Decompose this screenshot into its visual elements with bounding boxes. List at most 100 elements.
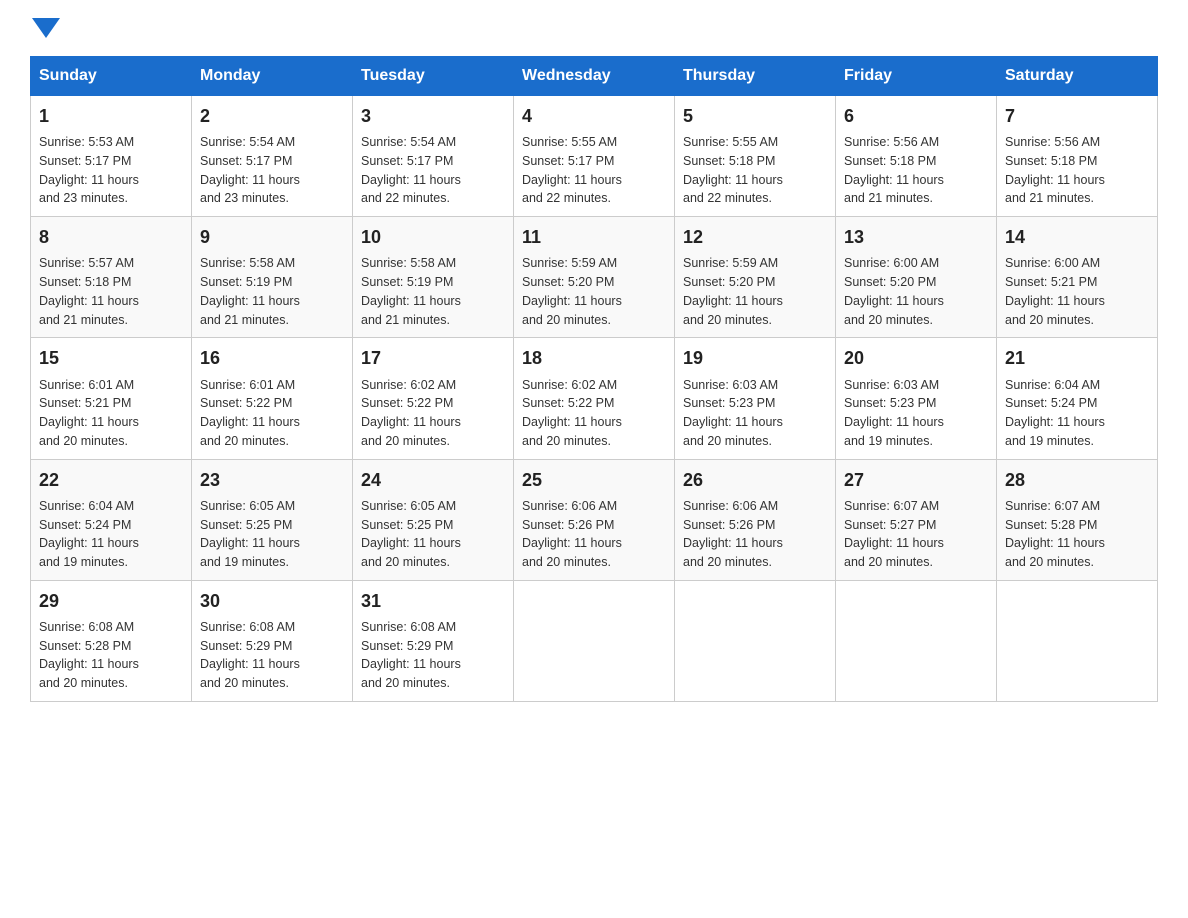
calendar-cell: 5 Sunrise: 5:55 AMSunset: 5:18 PMDaylight…	[675, 96, 836, 217]
calendar-cell: 2 Sunrise: 5:54 AMSunset: 5:17 PMDaylight…	[192, 96, 353, 217]
calendar-cell: 9 Sunrise: 5:58 AMSunset: 5:19 PMDaylight…	[192, 217, 353, 338]
day-info: Sunrise: 5:53 AMSunset: 5:17 PMDaylight:…	[39, 135, 139, 205]
calendar-cell: 22 Sunrise: 6:04 AMSunset: 5:24 PMDayligh…	[31, 459, 192, 580]
day-info: Sunrise: 6:01 AMSunset: 5:21 PMDaylight:…	[39, 378, 139, 448]
calendar-cell: 24 Sunrise: 6:05 AMSunset: 5:25 PMDayligh…	[353, 459, 514, 580]
calendar-cell: 1Sunrise: 5:53 AMSunset: 5:17 PMDaylight…	[31, 96, 192, 217]
day-number: 17	[361, 346, 505, 371]
calendar-cell	[675, 580, 836, 701]
day-info: Sunrise: 6:00 AMSunset: 5:21 PMDaylight:…	[1005, 256, 1105, 326]
calendar-cell: 30 Sunrise: 6:08 AMSunset: 5:29 PMDayligh…	[192, 580, 353, 701]
calendar-cell: 18 Sunrise: 6:02 AMSunset: 5:22 PMDayligh…	[514, 338, 675, 459]
week-row-5: 29 Sunrise: 6:08 AMSunset: 5:28 PMDayligh…	[31, 580, 1158, 701]
day-number: 9	[200, 225, 344, 250]
day-number: 11	[522, 225, 666, 250]
day-number: 20	[844, 346, 988, 371]
calendar-cell: 15 Sunrise: 6:01 AMSunset: 5:21 PMDayligh…	[31, 338, 192, 459]
day-info: Sunrise: 6:01 AMSunset: 5:22 PMDaylight:…	[200, 378, 300, 448]
calendar-cell: 3Sunrise: 5:54 AMSunset: 5:17 PMDaylight…	[353, 96, 514, 217]
day-info: Sunrise: 6:08 AMSunset: 5:29 PMDaylight:…	[200, 620, 300, 690]
day-number: 13	[844, 225, 988, 250]
page-header	[30, 20, 1158, 36]
day-info: Sunrise: 5:56 AMSunset: 5:18 PMDaylight:…	[844, 135, 944, 205]
day-number: 14	[1005, 225, 1149, 250]
day-number: 25	[522, 468, 666, 493]
day-info: Sunrise: 5:55 AMSunset: 5:18 PMDaylight:…	[683, 135, 783, 205]
day-number: 3	[361, 104, 505, 129]
calendar-body: 1Sunrise: 5:53 AMSunset: 5:17 PMDaylight…	[31, 96, 1158, 702]
calendar-cell: 10Sunrise: 5:58 AMSunset: 5:19 PMDayligh…	[353, 217, 514, 338]
weekday-header-wednesday: Wednesday	[514, 57, 675, 96]
day-info: Sunrise: 5:58 AMSunset: 5:19 PMDaylight:…	[200, 256, 300, 326]
day-number: 16	[200, 346, 344, 371]
calendar-cell: 25Sunrise: 6:06 AMSunset: 5:26 PMDayligh…	[514, 459, 675, 580]
calendar-cell: 17 Sunrise: 6:02 AMSunset: 5:22 PMDayligh…	[353, 338, 514, 459]
day-number: 30	[200, 589, 344, 614]
calendar-cell: 23 Sunrise: 6:05 AMSunset: 5:25 PMDayligh…	[192, 459, 353, 580]
weekday-header-monday: Monday	[192, 57, 353, 96]
weekday-header-sunday: Sunday	[31, 57, 192, 96]
day-number: 24	[361, 468, 505, 493]
calendar-header: SundayMondayTuesdayWednesdayThursdayFrid…	[31, 57, 1158, 96]
logo-triangle-icon	[32, 18, 60, 38]
day-number: 29	[39, 589, 183, 614]
day-info: Sunrise: 6:08 AMSunset: 5:29 PMDaylight:…	[361, 620, 461, 690]
day-info: Sunrise: 6:03 AMSunset: 5:23 PMDaylight:…	[844, 378, 944, 448]
calendar-cell: 20 Sunrise: 6:03 AMSunset: 5:23 PMDayligh…	[836, 338, 997, 459]
week-row-3: 15 Sunrise: 6:01 AMSunset: 5:21 PMDayligh…	[31, 338, 1158, 459]
weekday-header-saturday: Saturday	[997, 57, 1158, 96]
day-info: Sunrise: 6:07 AMSunset: 5:27 PMDaylight:…	[844, 499, 944, 569]
calendar-cell: 7Sunrise: 5:56 AMSunset: 5:18 PMDaylight…	[997, 96, 1158, 217]
calendar-table: SundayMondayTuesdayWednesdayThursdayFrid…	[30, 56, 1158, 702]
day-number: 2	[200, 104, 344, 129]
day-info: Sunrise: 5:59 AMSunset: 5:20 PMDaylight:…	[683, 256, 783, 326]
day-number: 10	[361, 225, 505, 250]
day-number: 27	[844, 468, 988, 493]
day-number: 19	[683, 346, 827, 371]
day-info: Sunrise: 5:54 AMSunset: 5:17 PMDaylight:…	[200, 135, 300, 205]
day-info: Sunrise: 5:59 AMSunset: 5:20 PMDaylight:…	[522, 256, 622, 326]
day-number: 7	[1005, 104, 1149, 129]
day-number: 22	[39, 468, 183, 493]
day-number: 6	[844, 104, 988, 129]
calendar-cell: 28 Sunrise: 6:07 AMSunset: 5:28 PMDayligh…	[997, 459, 1158, 580]
day-info: Sunrise: 6:08 AMSunset: 5:28 PMDaylight:…	[39, 620, 139, 690]
calendar-cell: 19 Sunrise: 6:03 AMSunset: 5:23 PMDayligh…	[675, 338, 836, 459]
day-info: Sunrise: 6:05 AMSunset: 5:25 PMDaylight:…	[361, 499, 461, 569]
day-number: 28	[1005, 468, 1149, 493]
day-number: 5	[683, 104, 827, 129]
day-info: Sunrise: 6:06 AMSunset: 5:26 PMDaylight:…	[683, 499, 783, 569]
day-info: Sunrise: 6:04 AMSunset: 5:24 PMDaylight:…	[1005, 378, 1105, 448]
day-number: 26	[683, 468, 827, 493]
day-info: Sunrise: 6:04 AMSunset: 5:24 PMDaylight:…	[39, 499, 139, 569]
day-number: 18	[522, 346, 666, 371]
calendar-cell	[514, 580, 675, 701]
calendar-cell	[836, 580, 997, 701]
day-number: 21	[1005, 346, 1149, 371]
calendar-cell: 6 Sunrise: 5:56 AMSunset: 5:18 PMDaylight…	[836, 96, 997, 217]
week-row-2: 8Sunrise: 5:57 AMSunset: 5:18 PMDaylight…	[31, 217, 1158, 338]
calendar-cell: 27 Sunrise: 6:07 AMSunset: 5:27 PMDayligh…	[836, 459, 997, 580]
calendar-cell: 31Sunrise: 6:08 AMSunset: 5:29 PMDayligh…	[353, 580, 514, 701]
day-info: Sunrise: 6:05 AMSunset: 5:25 PMDaylight:…	[200, 499, 300, 569]
weekday-header-friday: Friday	[836, 57, 997, 96]
day-number: 23	[200, 468, 344, 493]
day-number: 8	[39, 225, 183, 250]
calendar-cell: 16 Sunrise: 6:01 AMSunset: 5:22 PMDayligh…	[192, 338, 353, 459]
day-number: 4	[522, 104, 666, 129]
calendar-cell: 14 Sunrise: 6:00 AMSunset: 5:21 PMDayligh…	[997, 217, 1158, 338]
day-number: 15	[39, 346, 183, 371]
weekday-header-thursday: Thursday	[675, 57, 836, 96]
day-info: Sunrise: 5:55 AMSunset: 5:17 PMDaylight:…	[522, 135, 622, 205]
calendar-cell: 8Sunrise: 5:57 AMSunset: 5:18 PMDaylight…	[31, 217, 192, 338]
weekday-header-tuesday: Tuesday	[353, 57, 514, 96]
day-info: Sunrise: 6:00 AMSunset: 5:20 PMDaylight:…	[844, 256, 944, 326]
day-info: Sunrise: 6:07 AMSunset: 5:28 PMDaylight:…	[1005, 499, 1105, 569]
day-info: Sunrise: 6:03 AMSunset: 5:23 PMDaylight:…	[683, 378, 783, 448]
calendar-cell: 29 Sunrise: 6:08 AMSunset: 5:28 PMDayligh…	[31, 580, 192, 701]
calendar-cell: 4 Sunrise: 5:55 AMSunset: 5:17 PMDaylight…	[514, 96, 675, 217]
day-info: Sunrise: 6:02 AMSunset: 5:22 PMDaylight:…	[522, 378, 622, 448]
day-info: Sunrise: 6:02 AMSunset: 5:22 PMDaylight:…	[361, 378, 461, 448]
day-number: 12	[683, 225, 827, 250]
week-row-1: 1Sunrise: 5:53 AMSunset: 5:17 PMDaylight…	[31, 96, 1158, 217]
